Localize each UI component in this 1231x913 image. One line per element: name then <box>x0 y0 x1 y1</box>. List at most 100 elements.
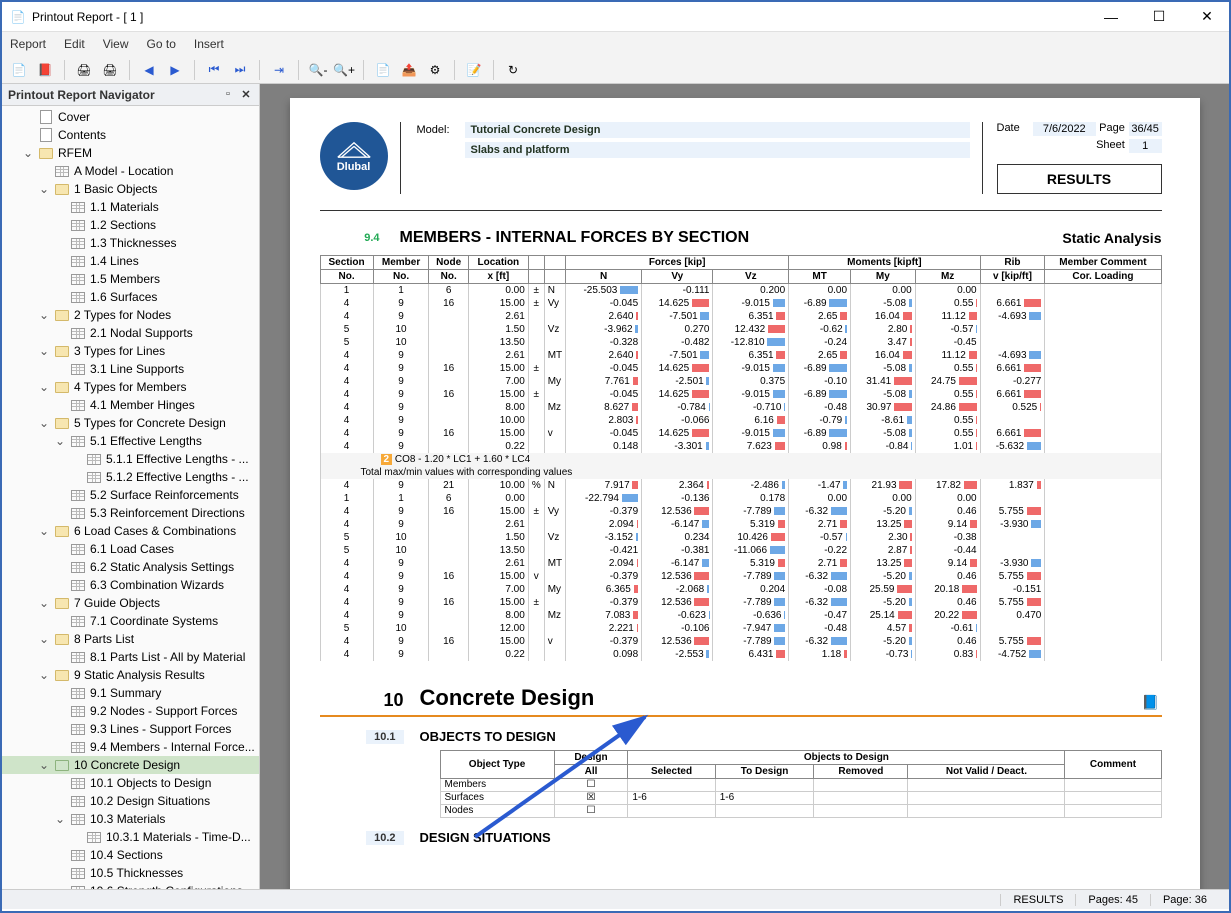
tree-item[interactable]: Cover <box>2 108 259 126</box>
tree-item[interactable]: ⌄6 Load Cases & Combinations <box>2 522 259 540</box>
tree-item[interactable]: 5.2 Surface Reinforcements <box>2 486 259 504</box>
goto-page-icon[interactable]: ⇥ <box>268 59 290 81</box>
last-page-icon[interactable]: ⏭ <box>229 59 251 81</box>
tree-toggle-icon[interactable]: ⌄ <box>54 884 66 889</box>
menu-edit[interactable]: Edit <box>64 37 85 51</box>
tree-item[interactable]: 9.1 Summary <box>2 684 259 702</box>
tree-item[interactable]: 6.1 Load Cases <box>2 540 259 558</box>
tree-item[interactable]: ⌄2 Types for Nodes <box>2 306 259 324</box>
dock-icon[interactable]: ▫ <box>221 88 235 102</box>
maximize-button[interactable]: ☐ <box>1145 7 1173 27</box>
window-title: Printout Report - [ 1 ] <box>32 10 1097 24</box>
export-icon[interactable]: 📤 <box>398 59 420 81</box>
tree-item[interactable]: 1.2 Sections <box>2 216 259 234</box>
tree-toggle-icon[interactable]: ⌄ <box>38 416 50 430</box>
tree-item[interactable]: 9.2 Nodes - Support Forces <box>2 702 259 720</box>
tree-item[interactable]: 10.4 Sections <box>2 846 259 864</box>
tree-toggle-icon[interactable]: ⌄ <box>54 434 66 448</box>
tree-toggle-icon[interactable]: ⌄ <box>38 524 50 538</box>
tree-item[interactable]: Contents <box>2 126 259 144</box>
tree-toggle-icon[interactable]: ⌄ <box>38 596 50 610</box>
tree-item[interactable]: 9.3 Lines - Support Forces <box>2 720 259 738</box>
tree-item[interactable]: 10.3.1 Materials - Time-D... <box>2 828 259 846</box>
tree-item[interactable]: 6.3 Combination Wizards <box>2 576 259 594</box>
menu-insert[interactable]: Insert <box>194 37 224 51</box>
tree-item[interactable]: ⌄10.6 Strength Configurations <box>2 882 259 889</box>
th-N: N <box>566 270 642 284</box>
tree-label: Contents <box>58 128 106 142</box>
table-row: 491615.00±-0.045 14.625 -9.015 -6.89 -5.… <box>320 362 1161 375</box>
tree-toggle-icon[interactable]: ⌄ <box>38 344 50 358</box>
tree-label: 1.3 Thicknesses <box>90 236 177 250</box>
tree-item[interactable]: 1.6 Surfaces <box>2 288 259 306</box>
status-pages: Pages: 45 <box>1075 894 1150 906</box>
page-setup-icon[interactable]: 📄 <box>372 59 394 81</box>
tree-item[interactable]: ⌄3 Types for Lines <box>2 342 259 360</box>
minimize-button[interactable]: — <box>1097 7 1125 27</box>
tree-toggle-icon[interactable]: ⌄ <box>38 758 50 772</box>
tree-toggle-icon[interactable]: ⌄ <box>38 182 50 196</box>
zoom-out-icon[interactable]: 🔍- <box>307 59 329 81</box>
tree-item[interactable]: 5.1.2 Effective Lengths - ... <box>2 468 259 486</box>
menu-goto[interactable]: Go to <box>147 37 176 51</box>
tree-item[interactable]: 10.2 Design Situations <box>2 792 259 810</box>
first-page-icon[interactable]: ⏮ <box>203 59 225 81</box>
print-all-icon[interactable]: 🖨 <box>99 59 121 81</box>
subsec-101-num: 10.1 <box>366 730 403 744</box>
tree-item[interactable]: ⌄10.3 Materials <box>2 810 259 828</box>
tree-toggle-icon[interactable]: ⌄ <box>38 668 50 682</box>
tree-item[interactable]: 7.1 Coordinate Systems <box>2 612 259 630</box>
tree-item[interactable]: 1.1 Materials <box>2 198 259 216</box>
tree-item[interactable]: 10.1 Objects to Design <box>2 774 259 792</box>
tree-item[interactable]: 5.1.1 Effective Lengths - ... <box>2 450 259 468</box>
navigator-tree[interactable]: Cover Contents ⌄RFEMA Model - Location⌄1 B… <box>2 106 259 889</box>
tree-item[interactable]: 1.5 Members <box>2 270 259 288</box>
status-results: RESULTS <box>1000 894 1075 906</box>
next-page-icon[interactable]: ▶ <box>164 59 186 81</box>
tree-item[interactable]: 6.2 Static Analysis Settings <box>2 558 259 576</box>
tree-item[interactable]: 5.3 Reinforcement Directions <box>2 504 259 522</box>
tree-label: 9.3 Lines - Support Forces <box>90 722 231 736</box>
new-report-icon[interactable]: 📄 <box>8 59 30 81</box>
refresh-icon[interactable]: ↻ <box>502 59 524 81</box>
tree-item[interactable]: ⌄5 Types for Concrete Design <box>2 414 259 432</box>
tree-toggle-icon[interactable]: ⌄ <box>54 812 66 826</box>
table-row: 492.612.640 -7.501 6.351 2.65 16.04 11.1… <box>320 310 1161 323</box>
tree-item[interactable]: ⌄5.1 Effective Lengths <box>2 432 259 450</box>
menu-view[interactable]: View <box>103 37 129 51</box>
tree-item[interactable]: ⌄8 Parts List <box>2 630 259 648</box>
page-value: 36/45 <box>1129 122 1162 136</box>
tree-item[interactable]: 9.4 Members - Internal Force... <box>2 738 259 756</box>
report-viewport[interactable]: Dlubal Model: Tutorial Concrete Design S… <box>260 84 1229 889</box>
delete-report-icon[interactable]: 📕 <box>34 59 56 81</box>
settings-icon[interactable]: ⚙ <box>424 59 446 81</box>
prev-page-icon[interactable]: ◀ <box>138 59 160 81</box>
tree-item[interactable]: 2.1 Nodal Supports <box>2 324 259 342</box>
tree-item[interactable]: 8.1 Parts List - All by Material <box>2 648 259 666</box>
tree-item[interactable]: ⌄10 Concrete Design <box>2 756 259 774</box>
table-row: Nodes☐ <box>440 804 1161 817</box>
tree-item[interactable]: 1.4 Lines <box>2 252 259 270</box>
print-icon[interactable]: 🖨 <box>73 59 95 81</box>
close-button[interactable]: ✕ <box>1193 7 1221 27</box>
edit-icon[interactable]: 📝 <box>463 59 485 81</box>
tree-item[interactable]: ⌄9 Static Analysis Results <box>2 666 259 684</box>
tree-toggle-icon[interactable]: ⌄ <box>38 380 50 394</box>
tree-item[interactable]: ⌄4 Types for Members <box>2 378 259 396</box>
tree-item[interactable]: ⌄1 Basic Objects <box>2 180 259 198</box>
tree-item[interactable]: ⌄7 Guide Objects <box>2 594 259 612</box>
tree-item[interactable]: 1.3 Thicknesses <box>2 234 259 252</box>
tree-toggle-icon[interactable]: ⌄ <box>38 308 50 322</box>
tree-label: 5.3 Reinforcement Directions <box>90 506 245 520</box>
tree-item[interactable]: 4.1 Member Hinges <box>2 396 259 414</box>
tree-item[interactable]: 10.5 Thicknesses <box>2 864 259 882</box>
zoom-in-icon[interactable]: 🔍+ <box>333 59 355 81</box>
tree-item[interactable]: A Model - Location <box>2 162 259 180</box>
tree-toggle-icon[interactable]: ⌄ <box>38 632 50 646</box>
tree-item[interactable]: 3.1 Line Supports <box>2 360 259 378</box>
tree-item[interactable]: ⌄RFEM <box>2 144 259 162</box>
close-panel-icon[interactable]: ✕ <box>239 88 253 102</box>
tree-toggle-icon[interactable]: ⌄ <box>22 146 34 160</box>
tree-label: 10.4 Sections <box>90 848 163 862</box>
menu-report[interactable]: Report <box>10 37 46 51</box>
